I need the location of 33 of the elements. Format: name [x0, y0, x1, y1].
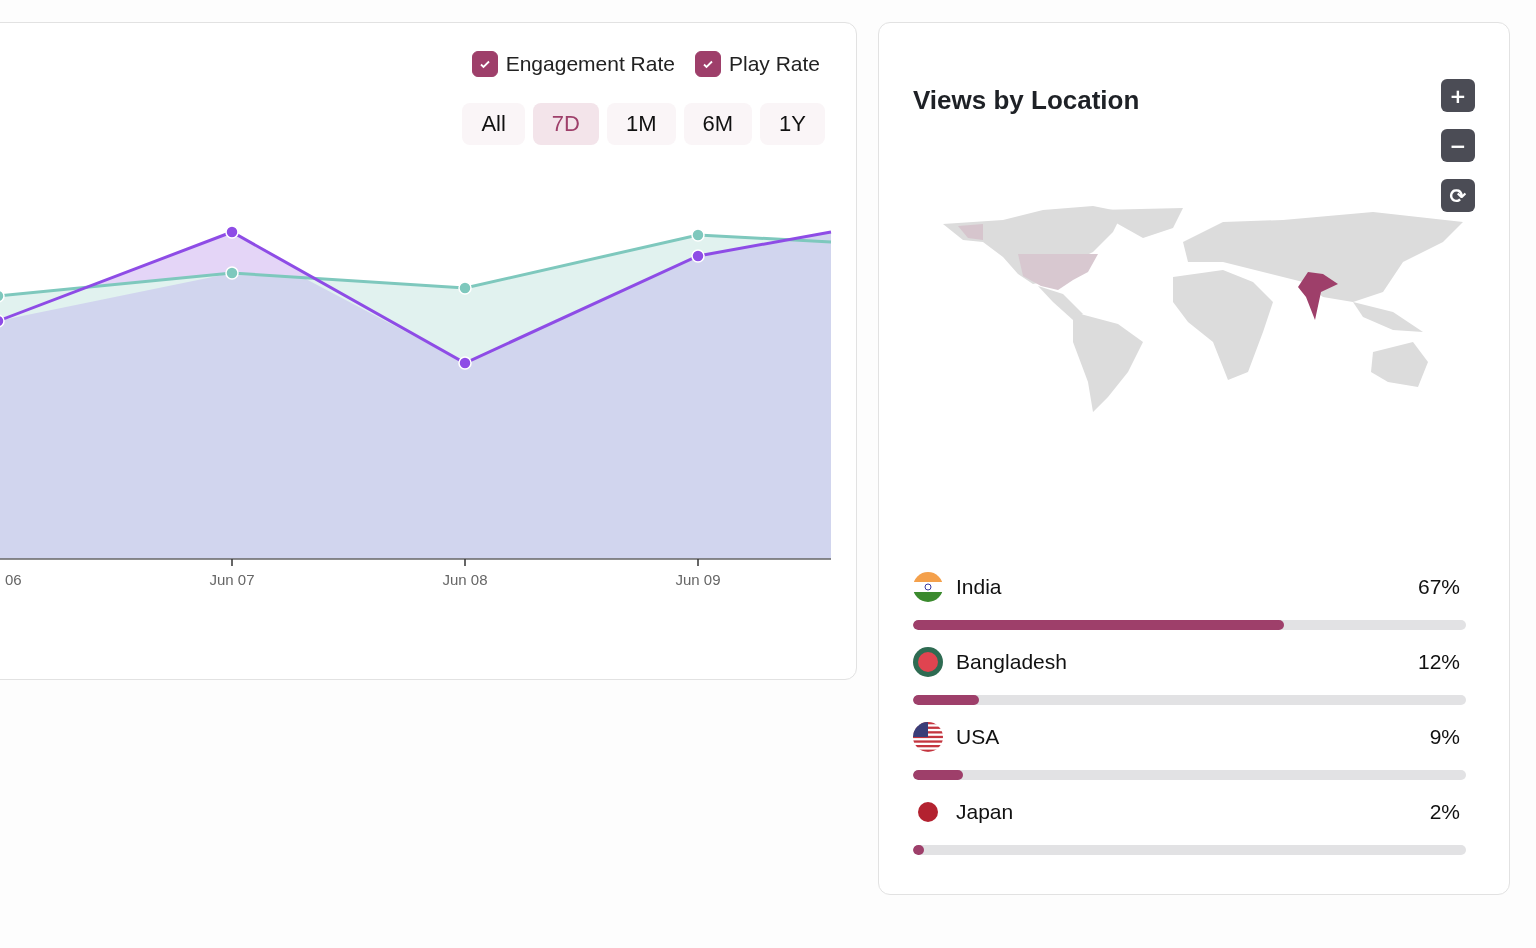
flag-icon — [913, 572, 943, 602]
map-control-button[interactable]: + — [1441, 79, 1475, 112]
data-point — [225, 266, 239, 280]
country-name: Bangladesh — [956, 650, 1068, 674]
data-point — [691, 249, 705, 263]
flag-icon — [913, 722, 943, 752]
card-title: Views by Location — [913, 85, 1140, 117]
range-tab[interactable]: 1Y — [760, 103, 825, 145]
country-percent: 2% — [1429, 800, 1460, 824]
legend-checkbox[interactable]: Play Rate — [694, 51, 820, 77]
range-tab[interactable]: 7D — [532, 103, 599, 145]
map-control-button[interactable]: ⟳ — [1441, 179, 1475, 212]
range-tab[interactable]: 1M — [606, 103, 676, 145]
range-tab[interactable]: All — [462, 103, 525, 145]
data-point — [0, 314, 5, 328]
country-percent: 9% — [1429, 725, 1460, 749]
map-control-button[interactable]: − — [1441, 129, 1475, 162]
axis-label: 06 — [5, 571, 22, 588]
country-name: India — [956, 575, 1003, 599]
range-tab[interactable]: 6M — [683, 103, 753, 145]
axis-label: Jun 07 — [209, 571, 255, 588]
axis-label: Jun 09 — [675, 571, 721, 588]
data-point — [691, 228, 705, 242]
country-name: USA — [956, 725, 1001, 749]
data-point — [458, 356, 472, 370]
data-point — [225, 225, 239, 239]
axis-label: Jun 08 — [442, 571, 488, 588]
data-point — [458, 281, 472, 295]
country-percent: 67% — [1417, 575, 1460, 599]
legend-checkbox[interactable]: Engagement Rate — [471, 51, 675, 77]
flag-icon — [913, 647, 943, 677]
country-name: Japan — [956, 800, 1015, 824]
country-percent: 12% — [1417, 650, 1460, 674]
